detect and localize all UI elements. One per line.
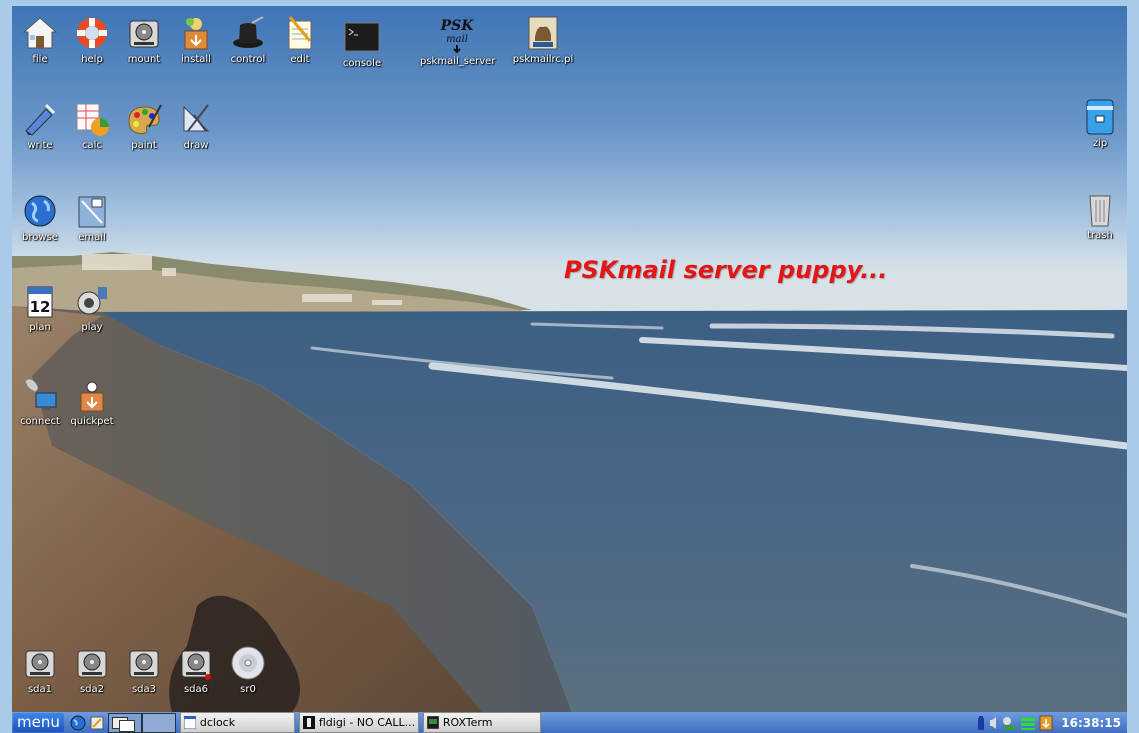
desktop-icon-label: sda2 bbox=[79, 684, 105, 695]
desktop-icon-sr0[interactable]: sr0 bbox=[218, 644, 278, 695]
desktop-icon-console[interactable]: console bbox=[332, 18, 392, 69]
menu-button[interactable]: menu bbox=[13, 713, 64, 732]
desktop-icon-install[interactable]: install bbox=[166, 14, 226, 65]
desktop-icon-sda6[interactable]: sda6 bbox=[166, 644, 226, 695]
clock[interactable]: 16:38:15 bbox=[1061, 716, 1121, 730]
desktop-icon-trash[interactable]: trash bbox=[1070, 190, 1127, 241]
desktop-icon-label: pskmail_server bbox=[420, 56, 496, 67]
svg-text:mail: mail bbox=[446, 34, 468, 45]
speaker-icon bbox=[73, 282, 111, 320]
desktop-icon-control[interactable]: control bbox=[218, 14, 278, 65]
battery-icon[interactable] bbox=[977, 715, 985, 730]
task-label: ROXTerm bbox=[442, 716, 493, 729]
email-icon bbox=[73, 192, 111, 230]
globe-icon bbox=[21, 192, 59, 230]
desktop-icon-label: sda6 bbox=[183, 684, 209, 695]
tophat-icon bbox=[229, 14, 267, 52]
desktop-icon-help[interactable]: help bbox=[62, 14, 122, 65]
volume-icon[interactable] bbox=[989, 716, 997, 730]
archive-icon bbox=[1081, 98, 1119, 136]
pskmail-icon: PSK mail bbox=[437, 16, 475, 54]
desktop-icon-label: zip bbox=[1092, 138, 1108, 149]
desktop-icon-label: quickpet bbox=[70, 416, 114, 427]
task-fldigi[interactable]: fldigi - NO CALL... bbox=[298, 712, 419, 733]
calendar-icon: 12 bbox=[21, 282, 59, 320]
desktop-icon-label: trash bbox=[1087, 230, 1113, 241]
drive-icon bbox=[21, 644, 59, 682]
quickpet-icon bbox=[73, 376, 111, 414]
palette-icon bbox=[125, 100, 163, 138]
calendar-badge: 12 bbox=[30, 298, 51, 316]
task-dclock[interactable]: dclock bbox=[179, 712, 295, 733]
drive-icon bbox=[125, 14, 163, 52]
fldigi-icon bbox=[302, 716, 315, 729]
desktop-icon-pskmail-server[interactable]: PSK mail pskmail_server bbox=[420, 16, 496, 67]
desktop-icon-label: draw bbox=[183, 140, 209, 151]
terminal-icon bbox=[343, 18, 381, 56]
draw-icon bbox=[177, 100, 215, 138]
terminal-icon bbox=[426, 716, 439, 729]
desktop-icon-label: sda3 bbox=[131, 684, 157, 695]
cdrom-icon bbox=[229, 644, 267, 682]
desktop-icon-sda2[interactable]: sda2 bbox=[62, 644, 122, 695]
update-icon[interactable] bbox=[1039, 715, 1053, 731]
drive-icon bbox=[73, 644, 111, 682]
drive-icon bbox=[177, 644, 215, 682]
network-icon bbox=[21, 376, 59, 414]
desktop-icon-label: pskmailrc.pl bbox=[512, 54, 574, 65]
pager-desk-1[interactable] bbox=[107, 712, 142, 733]
perl-camel-icon bbox=[524, 14, 562, 52]
package-icon bbox=[177, 14, 215, 52]
network-status-icon[interactable] bbox=[1001, 715, 1017, 731]
window-icon bbox=[183, 716, 196, 729]
task-label: dclock bbox=[199, 716, 236, 729]
desktop-icon-label: control bbox=[230, 54, 266, 65]
desktop-icon-label: calc bbox=[82, 140, 102, 151]
desktop-icon-label: install bbox=[181, 54, 211, 65]
desktop-icon-email[interactable]: email bbox=[62, 192, 122, 243]
drive-icon bbox=[125, 644, 163, 682]
trash-icon bbox=[1081, 190, 1119, 228]
lifebuoy-icon bbox=[73, 14, 111, 52]
desktop-icon-label: play bbox=[81, 322, 103, 333]
desktop-icon-zip[interactable]: zip bbox=[1070, 98, 1127, 149]
notepad-icon bbox=[281, 14, 319, 52]
desktop-icon-edit[interactable]: edit bbox=[270, 14, 330, 65]
desktop-icon-quickpet[interactable]: quickpet bbox=[62, 376, 122, 427]
desktop-icon-label: sr0 bbox=[240, 684, 256, 695]
desktop-icon-label: edit bbox=[290, 54, 310, 65]
desktop-icon-sda3[interactable]: sda3 bbox=[114, 644, 174, 695]
desktop-icon-draw[interactable]: draw bbox=[166, 100, 226, 151]
desktop-icon-play[interactable]: play bbox=[62, 282, 122, 333]
spreadsheet-icon bbox=[73, 100, 111, 138]
desktop-icon-label: console bbox=[342, 58, 382, 69]
taskbar: menu dclock fldigi - NO CALL... ROXTerm … bbox=[12, 712, 1127, 733]
desktop-icon-label: help bbox=[81, 54, 103, 65]
headline-text: PSKmail server puppy... bbox=[564, 256, 888, 284]
globe-icon[interactable] bbox=[70, 715, 86, 731]
home-icon bbox=[21, 14, 59, 52]
svg-text:PSK: PSK bbox=[440, 18, 475, 34]
desktop-icon-pskmailrc[interactable]: pskmailrc.pl bbox=[508, 14, 578, 65]
system-tray: 16:38:15 bbox=[973, 715, 1127, 731]
desktop-icon-mount[interactable]: mount bbox=[114, 14, 174, 65]
desktop-icon-calc[interactable]: calc bbox=[62, 100, 122, 151]
desktop-icon-label: paint bbox=[131, 140, 157, 151]
mounted-indicator-icon bbox=[205, 674, 211, 680]
cpu-load-icon bbox=[1021, 717, 1036, 730]
desktop-icon-label: email bbox=[78, 232, 106, 243]
desktop-icon-label: mount bbox=[127, 54, 161, 65]
task-label: fldigi - NO CALL... bbox=[318, 716, 416, 729]
desktop-icon-paint[interactable]: paint bbox=[114, 100, 174, 151]
write-icon bbox=[21, 100, 59, 138]
task-roxterm[interactable]: ROXTerm bbox=[422, 712, 541, 733]
desktop: PSKmail server puppy... file help mount … bbox=[12, 6, 1127, 712]
pager-desk-2[interactable] bbox=[141, 712, 176, 733]
edit-icon[interactable] bbox=[89, 715, 105, 731]
